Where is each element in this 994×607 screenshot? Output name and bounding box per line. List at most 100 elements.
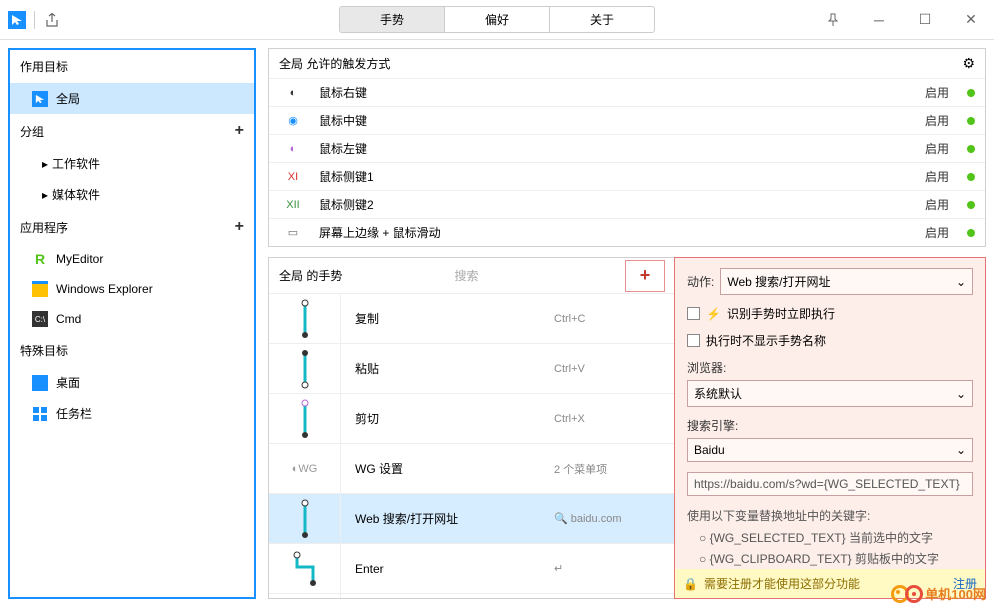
add-gesture-button[interactable]: + bbox=[625, 260, 665, 292]
maximize-button[interactable]: ☐ bbox=[902, 0, 948, 40]
status-dot-icon bbox=[967, 229, 975, 237]
sidebar-special-desktop[interactable]: 桌面 bbox=[10, 367, 254, 398]
gesture-item[interactable]: 复制 Ctrl+C bbox=[269, 293, 674, 343]
sidebar-group-item[interactable]: ▸工作软件 bbox=[10, 148, 254, 179]
trigger-status: 启用 bbox=[925, 196, 949, 213]
special-header: 特殊目标 bbox=[10, 334, 254, 367]
trigger-name: 鼠标中键 bbox=[319, 112, 913, 129]
trigger-status: 启用 bbox=[925, 224, 949, 241]
chevron-down-icon: ⌄ bbox=[956, 443, 966, 457]
gesture-item[interactable]: ◐WG WG 设置 2 个菜单项 bbox=[269, 443, 674, 493]
trigger-indicator-icon: ◉ bbox=[279, 114, 307, 127]
url-input[interactable]: https://baidu.com/s?wd={WG_SELECTED_TEXT… bbox=[687, 472, 973, 496]
share-icon[interactable] bbox=[43, 11, 61, 29]
gesture-shape-icon bbox=[269, 494, 341, 543]
status-dot-icon bbox=[967, 145, 975, 153]
divider bbox=[34, 11, 35, 29]
gesture-item[interactable]: Enter ↵ bbox=[269, 543, 674, 593]
trigger-row[interactable]: ◐ 鼠标右键 启用 bbox=[269, 78, 985, 106]
trigger-status: 启用 bbox=[925, 112, 949, 129]
sidebar: 作用目标 全局 分组 + ▸工作软件 ▸媒体软件 应用程序 + R MyEdit… bbox=[8, 48, 256, 599]
tab-gestures[interactable]: 手势 bbox=[340, 7, 445, 32]
add-app-button[interactable]: + bbox=[235, 218, 244, 236]
sidebar-special-taskbar[interactable]: 任务栏 bbox=[10, 398, 254, 429]
trigger-row[interactable]: XII 鼠标侧键2 启用 bbox=[269, 190, 985, 218]
gesture-name: 粘贴 bbox=[341, 360, 554, 377]
trigger-row[interactable]: ◐ 鼠标左键 启用 bbox=[269, 134, 985, 162]
trigger-indicator-icon: ◐ bbox=[279, 87, 307, 99]
gesture-shortcut: 2 个菜单项 bbox=[554, 461, 674, 477]
caret-icon: ▸ bbox=[42, 157, 48, 171]
engine-select[interactable]: Baidu ⌄ bbox=[687, 438, 973, 462]
folder-icon bbox=[32, 281, 48, 297]
register-link[interactable]: 注册 bbox=[953, 575, 977, 592]
trigger-row[interactable]: ▭ 屏幕上边缘 + 鼠标滑动 启用 bbox=[269, 218, 985, 246]
sidebar-app-item[interactable]: Windows Explorer bbox=[10, 274, 254, 304]
gear-icon[interactable]: ⚙ bbox=[962, 55, 975, 72]
app-icon-myeditor: R bbox=[32, 251, 48, 267]
close-button[interactable]: ✕ bbox=[948, 0, 994, 40]
gesture-shape-icon bbox=[269, 344, 341, 393]
engine-label: 搜索引擎: bbox=[687, 417, 973, 434]
gesture-item[interactable]: 剪切 Ctrl+X bbox=[269, 393, 674, 443]
apps-header: 应用程序 + bbox=[10, 210, 254, 244]
trigger-name: 屏幕上边缘 + 鼠标滑动 bbox=[319, 224, 913, 241]
browser-label: 浏览器: bbox=[687, 359, 973, 376]
gesture-name: Enter bbox=[341, 562, 554, 576]
checkbox-immediate[interactable] bbox=[687, 307, 700, 320]
taskbar-icon bbox=[32, 406, 48, 422]
gestures-column: 全局 的手势 搜索 + 复制 Ctrl+C 粘贴 Ctrl+V 剪切 Ctrl+… bbox=[268, 257, 674, 599]
search-input[interactable]: 搜索 bbox=[387, 264, 547, 287]
gesture-shape-icon bbox=[269, 544, 341, 593]
gesture-shortcut: Ctrl+C bbox=[554, 313, 674, 325]
action-label: 动作: bbox=[687, 273, 714, 290]
trigger-indicator-icon: ▭ bbox=[279, 226, 307, 239]
status-dot-icon bbox=[967, 201, 975, 209]
chevron-down-icon: ⌄ bbox=[956, 387, 966, 401]
lightning-icon: ⚡ bbox=[706, 307, 721, 321]
action-select[interactable]: Web 搜索/打开网址 ⌄ bbox=[720, 268, 973, 295]
sidebar-item-global[interactable]: 全局 bbox=[10, 83, 254, 114]
trigger-row[interactable]: ◉ 鼠标中键 启用 bbox=[269, 106, 985, 134]
gesture-item[interactable]: Web 搜索/打开网址 🔍 baidu.com bbox=[269, 493, 674, 543]
browser-select[interactable]: 系统默认 ⌄ bbox=[687, 380, 973, 407]
gesture-name: 剪切 bbox=[341, 410, 554, 427]
groups-header: 分组 + bbox=[10, 114, 254, 148]
global-icon bbox=[32, 91, 48, 107]
gestures-title: 全局 的手势 bbox=[279, 267, 342, 284]
triggers-panel: 全局 允许的触发方式 ⚙ ◐ 鼠标右键 启用 ◉ 鼠标中键 启用 ◐ 鼠标左键 … bbox=[268, 48, 986, 247]
trigger-status: 启用 bbox=[925, 84, 949, 101]
desktop-icon bbox=[32, 375, 48, 391]
gesture-shape-icon bbox=[269, 394, 341, 443]
add-group-button[interactable]: + bbox=[235, 122, 244, 140]
gesture-shortcut: Ctrl+X bbox=[554, 413, 674, 425]
gesture-shape-icon bbox=[269, 294, 341, 343]
caret-icon: ▸ bbox=[42, 188, 48, 202]
trigger-indicator-icon: ◐ bbox=[279, 143, 307, 155]
sidebar-item-label: 全局 bbox=[56, 90, 80, 107]
checkbox-hide-name[interactable] bbox=[687, 334, 700, 347]
pin-button[interactable] bbox=[810, 0, 856, 40]
details-panel: 动作: Web 搜索/打开网址 ⌄ ⚡ 识别手势时立即执行 执行时不显示手势名称 bbox=[674, 257, 986, 599]
lock-icon: 🔒 bbox=[683, 577, 698, 591]
tab-preferences[interactable]: 偏好 bbox=[445, 7, 550, 32]
titlebar: 手势 偏好 关于 ─ ☐ ✕ bbox=[0, 0, 994, 40]
gesture-item[interactable]: 粘贴 Ctrl+V bbox=[269, 343, 674, 393]
gesture-item[interactable]: 粘贴并 Enter Ctrl+V ↵ bbox=[269, 593, 674, 598]
trigger-row[interactable]: XI 鼠标侧键1 启用 bbox=[269, 162, 985, 190]
sidebar-app-item[interactable]: R MyEditor bbox=[10, 244, 254, 274]
minimize-button[interactable]: ─ bbox=[856, 0, 902, 40]
targets-header: 作用目标 bbox=[10, 50, 254, 83]
sidebar-app-item[interactable]: C:\ Cmd bbox=[10, 304, 254, 334]
trigger-name: 鼠标左键 bbox=[319, 140, 913, 157]
gesture-shortcut: ↵ bbox=[554, 562, 674, 575]
status-dot-icon bbox=[967, 117, 975, 125]
trigger-status: 启用 bbox=[925, 140, 949, 157]
status-dot-icon bbox=[967, 173, 975, 181]
status-dot-icon bbox=[967, 89, 975, 97]
gesture-shortcut: 🔍 baidu.com bbox=[554, 512, 674, 525]
cmd-icon: C:\ bbox=[32, 311, 48, 327]
sidebar-group-item[interactable]: ▸媒体软件 bbox=[10, 179, 254, 210]
tab-about[interactable]: 关于 bbox=[550, 7, 654, 32]
trigger-status: 启用 bbox=[925, 168, 949, 185]
